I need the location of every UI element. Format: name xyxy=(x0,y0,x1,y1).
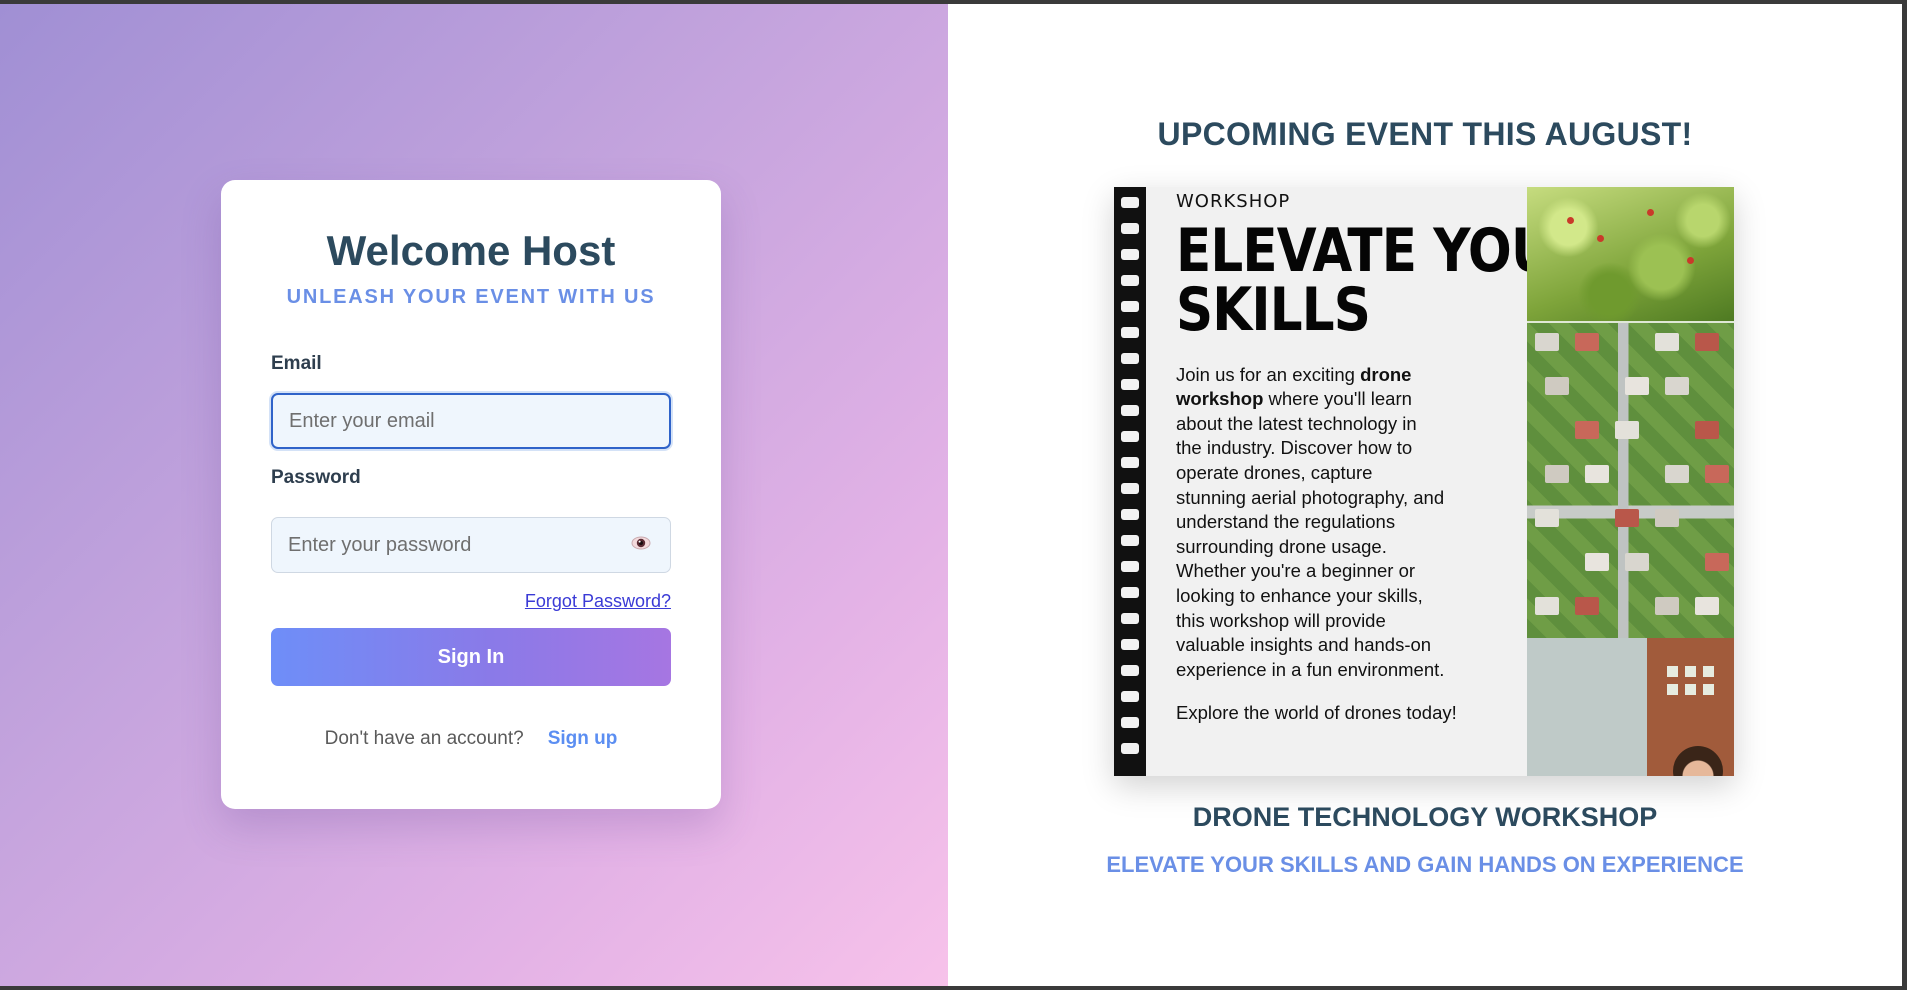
poster-text-column: WORKSHOP ELEVATE YOUR SKILLS Join us for… xyxy=(1146,187,1592,776)
photo-detail xyxy=(1685,666,1696,677)
poster-photo-column xyxy=(1527,187,1734,776)
poster-body: Join us for an exciting drone workshop w… xyxy=(1176,363,1446,683)
house-roof xyxy=(1535,333,1559,351)
email-input[interactable] xyxy=(271,393,671,450)
house-roof xyxy=(1705,465,1729,483)
photo-detail xyxy=(1685,684,1696,695)
house-roof xyxy=(1615,421,1639,439)
person-photo xyxy=(1673,746,1723,776)
house-roof xyxy=(1655,333,1679,351)
aerial-neighborhood-photo xyxy=(1527,321,1734,638)
house-roof xyxy=(1585,553,1609,571)
photo-detail xyxy=(1687,257,1694,264)
film-hole xyxy=(1121,327,1139,338)
photo-detail xyxy=(1667,666,1678,677)
film-hole xyxy=(1121,613,1139,624)
password-label: Password xyxy=(271,467,361,489)
house-roof xyxy=(1705,553,1729,571)
no-account-text: Don't have an account? xyxy=(324,728,524,750)
password-field-wrapper xyxy=(271,507,671,574)
film-hole xyxy=(1121,639,1139,650)
photo-detail xyxy=(1567,217,1574,224)
film-hole xyxy=(1121,353,1139,364)
poster-body-intro: Join us for an exciting xyxy=(1176,363,1361,385)
film-hole xyxy=(1121,405,1139,416)
photo-detail xyxy=(1597,235,1604,242)
email-field-wrapper xyxy=(271,393,671,450)
photo-detail xyxy=(1703,666,1714,677)
photo-detail xyxy=(1647,209,1654,216)
house-roof xyxy=(1655,509,1679,527)
house-roof xyxy=(1625,377,1649,395)
workshop-tagline: ELEVATE YOUR SKILLS AND GAIN HANDS ON EX… xyxy=(1106,852,1744,877)
filmstrip-border xyxy=(1114,187,1146,776)
film-hole xyxy=(1121,743,1139,754)
house-roof xyxy=(1665,377,1689,395)
film-hole xyxy=(1121,431,1139,442)
film-hole xyxy=(1121,691,1139,702)
house-roof xyxy=(1695,421,1719,439)
signup-row: Don't have an account? Sign up xyxy=(271,728,671,750)
login-card: Welcome Host UNLEASH YOUR EVENT WITH US … xyxy=(221,180,721,809)
poster-title-line-1: ELEVATE YOUR xyxy=(1176,216,1592,286)
poster-cta: Explore the world of drones today! xyxy=(1176,702,1457,724)
house-roof xyxy=(1615,509,1639,527)
house-roof xyxy=(1545,465,1569,483)
house-roof xyxy=(1575,421,1599,439)
film-hole xyxy=(1121,275,1139,286)
poster-body-rest: where you'll learn about the latest tech… xyxy=(1176,388,1445,680)
house-roof xyxy=(1535,597,1559,615)
sign-up-link[interactable]: Sign up xyxy=(548,728,618,749)
film-hole xyxy=(1121,561,1139,572)
house-roof xyxy=(1575,333,1599,351)
house-roof xyxy=(1655,597,1679,615)
film-hole xyxy=(1121,301,1139,312)
password-input[interactable] xyxy=(271,517,671,574)
film-hole xyxy=(1121,535,1139,546)
film-hole xyxy=(1121,457,1139,468)
film-hole xyxy=(1121,717,1139,728)
house-roof xyxy=(1545,377,1569,395)
email-label: Email xyxy=(271,353,322,375)
login-panel: Welcome Host UNLEASH YOUR EVENT WITH US … xyxy=(0,4,948,986)
event-poster: WORKSHOP ELEVATE YOUR SKILLS Join us for… xyxy=(1114,187,1734,776)
photo-detail xyxy=(1667,684,1678,695)
poster-title: ELEVATE YOUR SKILLS xyxy=(1176,216,1592,345)
login-title: Welcome Host xyxy=(326,227,616,274)
film-hole xyxy=(1121,249,1139,260)
login-subtitle: UNLEASH YOUR EVENT WITH US xyxy=(286,286,656,309)
event-panel: UPCOMING EVENT THIS AUGUST! WORKSHOP ELE… xyxy=(948,4,1902,986)
photo-detail xyxy=(1703,684,1714,695)
house-roof xyxy=(1625,553,1649,571)
film-hole xyxy=(1121,379,1139,390)
forgot-password-link[interactable]: Forgot Password? xyxy=(271,591,671,612)
drone-photo xyxy=(1527,187,1734,321)
house-roof xyxy=(1695,333,1719,351)
film-hole xyxy=(1121,223,1139,234)
house-roof xyxy=(1665,465,1689,483)
house-roof xyxy=(1585,465,1609,483)
eye-icon[interactable] xyxy=(629,531,653,555)
poster-label: WORKSHOP xyxy=(1176,191,1291,212)
film-hole xyxy=(1121,509,1139,520)
workshop-title: DRONE TECHNOLOGY WORKSHOP xyxy=(1192,802,1658,832)
poster-title-line-2: SKILLS xyxy=(1176,274,1371,345)
film-hole xyxy=(1121,665,1139,676)
film-hole xyxy=(1121,587,1139,598)
film-hole xyxy=(1121,483,1139,494)
app-window: Welcome Host UNLEASH YOUR EVENT WITH US … xyxy=(0,4,1902,986)
house-roof xyxy=(1695,597,1719,615)
sign-in-button[interactable]: Sign In xyxy=(271,628,671,687)
house-roof xyxy=(1575,597,1599,615)
event-heading: UPCOMING EVENT THIS AUGUST! xyxy=(1157,116,1693,152)
film-hole xyxy=(1121,197,1139,208)
house-roof xyxy=(1535,509,1559,527)
building-photo xyxy=(1527,638,1734,776)
